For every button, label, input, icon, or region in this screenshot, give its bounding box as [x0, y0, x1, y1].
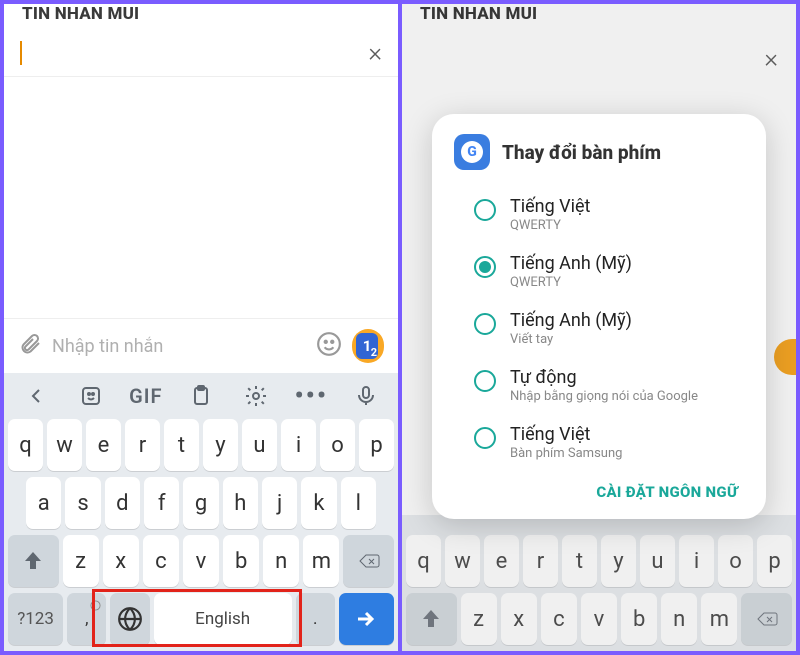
more-icon[interactable]: •••	[291, 381, 331, 411]
key-row-3: z x c v b n m	[8, 535, 394, 587]
key-m[interactable]: m	[303, 535, 339, 587]
key-g[interactable]: g	[183, 477, 218, 529]
option-label: Tự động	[510, 367, 698, 388]
key-x[interactable]: x	[103, 535, 139, 587]
key-h[interactable]: h	[223, 477, 258, 529]
option-sublabel: Nhập bằng giọng nói của Google	[510, 389, 698, 404]
option-label: Tiếng Việt	[510, 424, 622, 445]
key-c[interactable]: c	[143, 535, 179, 587]
key-b[interactable]: b	[223, 535, 259, 587]
screenshot-left: TIN NHAN MUI × Nhập tin nhắn 1 2 GIF •••	[4, 4, 398, 651]
key-k[interactable]: k	[301, 477, 336, 529]
key-v[interactable]: v	[183, 535, 219, 587]
option-english-us-handwriting[interactable]: Tiếng Anh (Mỹ) Viết tay	[450, 300, 748, 357]
option-label: Tiếng Việt	[510, 196, 590, 217]
clipboard-icon[interactable]	[181, 381, 221, 411]
backspace-key[interactable]	[343, 535, 394, 587]
recipient-row[interactable]: ×	[4, 30, 398, 77]
keyboard-toolbar: GIF •••	[8, 377, 394, 413]
key-f[interactable]: f	[144, 477, 179, 529]
key-u[interactable]: u	[242, 419, 277, 471]
dialog-title: Thay đổi bàn phím	[502, 141, 661, 164]
key-q[interactable]: q	[8, 419, 43, 471]
symbols-key[interactable]: ?123	[8, 593, 63, 645]
key-row-1: q w e r t y u i o p	[8, 419, 394, 471]
key-p[interactable]: p	[359, 419, 394, 471]
key-r[interactable]: r	[125, 419, 160, 471]
message-input[interactable]: Nhập tin nhắn	[52, 336, 306, 357]
emoji-icon[interactable]	[316, 331, 342, 361]
key-w[interactable]: w	[47, 419, 82, 471]
message-body-area[interactable]	[4, 77, 398, 318]
key-e[interactable]: e	[86, 419, 121, 471]
globe-key[interactable]	[110, 593, 149, 645]
option-sublabel: Bàn phím Samsung	[510, 446, 622, 461]
key-l[interactable]: l	[341, 477, 376, 529]
dialog-header: G Thay đổi bàn phím	[450, 134, 748, 170]
option-auto-voice[interactable]: Tự động Nhập bằng giọng nói của Google	[450, 357, 748, 414]
option-english-us-qwerty[interactable]: Tiếng Anh (Mỹ) QWERTY	[450, 243, 748, 300]
shift-key[interactable]	[8, 535, 59, 587]
keyboard-switch-dialog: G Thay đổi bàn phím Tiếng Việt QWERTY Ti…	[432, 114, 766, 519]
option-sublabel: Viết tay	[510, 332, 632, 347]
option-vietnamese-samsung[interactable]: Tiếng Việt Bàn phím Samsung	[450, 414, 748, 471]
key-z[interactable]: z	[63, 535, 99, 587]
keyboard: GIF ••• q w e r t y u i o p a s d f g h …	[4, 373, 398, 651]
gear-icon[interactable]	[236, 381, 276, 411]
key-o[interactable]: o	[320, 419, 355, 471]
sim-icon: 1 2	[356, 333, 378, 359]
radio-icon	[474, 313, 496, 335]
option-sublabel: QWERTY	[510, 275, 632, 290]
key-d[interactable]: d	[105, 477, 140, 529]
key-n[interactable]: n	[263, 535, 299, 587]
mic-icon[interactable]	[346, 381, 386, 411]
key-s[interactable]: s	[65, 477, 100, 529]
space-key[interactable]: English	[154, 593, 292, 645]
message-input-bar: Nhập tin nhắn 1 2	[4, 318, 398, 373]
option-vietnamese-qwerty[interactable]: Tiếng Việt QWERTY	[450, 186, 748, 243]
key-row-4: ?123 , English .	[8, 593, 394, 645]
key-i[interactable]: i	[281, 419, 316, 471]
option-sublabel: QWERTY	[510, 218, 590, 233]
screenshot-right: TIN NHAN MUI q w e r t y u i o p z x c v…	[402, 4, 796, 651]
key-row-2: a s d f g h j k l	[8, 477, 394, 529]
period-key[interactable]: .	[296, 593, 335, 645]
option-label: Tiếng Anh (Mỹ)	[510, 253, 632, 274]
option-label: Tiếng Anh (Mỹ)	[510, 310, 632, 331]
emoji-mini-icon	[90, 596, 101, 616]
gboard-icon: G	[454, 134, 490, 170]
key-j[interactable]: j	[262, 477, 297, 529]
attachment-icon[interactable]	[18, 332, 42, 360]
close-icon[interactable]: ×	[368, 40, 382, 66]
radio-icon	[474, 199, 496, 221]
comma-key[interactable]: ,	[67, 593, 106, 645]
sticker-icon[interactable]	[71, 381, 111, 411]
close-icon[interactable]: ×	[764, 46, 778, 72]
enter-key[interactable]	[339, 593, 394, 645]
language-settings-link[interactable]: CÀI ĐẶT NGÔN NGỮ	[450, 471, 748, 503]
gif-button[interactable]: GIF	[126, 381, 166, 411]
key-y[interactable]: y	[203, 419, 238, 471]
chevron-left-icon[interactable]	[16, 381, 56, 411]
text-cursor	[20, 41, 22, 65]
key-a[interactable]: a	[26, 477, 61, 529]
radio-icon	[474, 427, 496, 449]
header-title: TIN NHAN MUI	[22, 4, 384, 24]
radio-icon	[474, 370, 496, 392]
radio-icon	[474, 256, 496, 278]
send-sim-button[interactable]: 1 2	[352, 329, 384, 363]
app-header: TIN NHAN MUI	[4, 4, 398, 30]
key-t[interactable]: t	[164, 419, 199, 471]
